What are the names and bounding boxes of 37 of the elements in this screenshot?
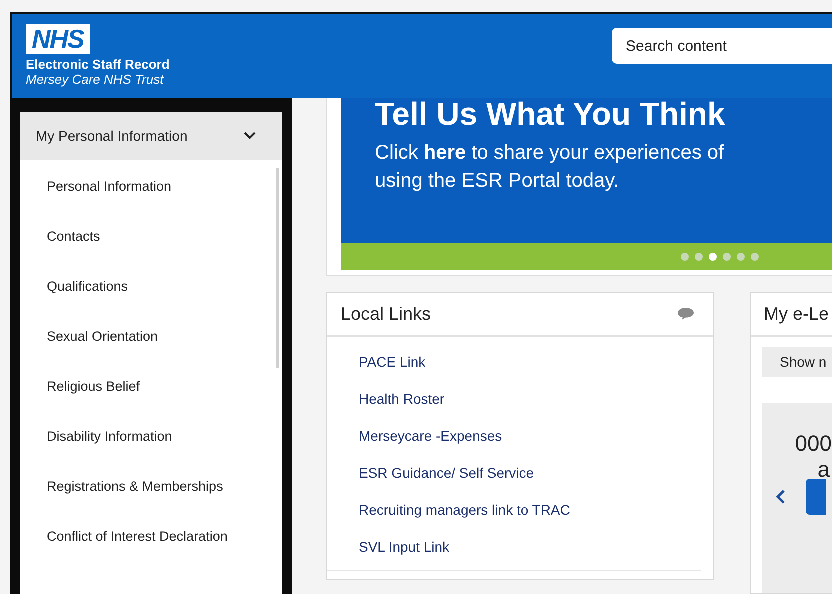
local-link[interactable]: Health Roster	[359, 388, 701, 410]
carousel-dot[interactable]	[709, 252, 717, 260]
show-button[interactable]: Show n	[762, 347, 832, 377]
search-field[interactable]: Search content	[612, 28, 832, 64]
trust-name: Mersey Care NHS Trust	[26, 72, 166, 87]
app-name: Electronic Staff Record	[26, 57, 170, 72]
banner-title: Tell Us What You Think	[375, 96, 726, 133]
carousel-dot[interactable]	[681, 252, 689, 260]
card-title: Local Links	[341, 304, 432, 324]
carousel-dot[interactable]	[737, 252, 745, 260]
local-link[interactable]: Merseycare -Expenses	[359, 425, 701, 447]
carousel-dot[interactable]	[695, 252, 703, 260]
carousel-dot[interactable]	[723, 252, 731, 260]
sidebar-item[interactable]: Disability Information	[47, 410, 258, 460]
sidebar-item[interactable]: Personal Information	[47, 160, 258, 210]
course-count: 000	[795, 431, 832, 457]
carousel-dot[interactable]	[751, 252, 759, 260]
local-link[interactable]: SVL Input Link	[359, 536, 701, 558]
banner-text: Click here to share your experiences of using the ESR Portal today.	[375, 141, 726, 194]
local-link[interactable]: Recruiting managers link to TRAC	[359, 499, 701, 521]
sidebar-item[interactable]: Sexual Orientation	[47, 310, 258, 360]
sidebar-item[interactable]: Contacts	[47, 210, 258, 260]
sidebar-item[interactable]: Religious Belief	[47, 360, 258, 410]
course-text: a	[818, 457, 831, 483]
sidebar-item[interactable]: Qualifications	[47, 260, 258, 310]
local-link[interactable]: PACE Link	[359, 351, 701, 373]
local-link[interactable]: ESR Guidance/ Self Service	[359, 462, 701, 484]
banner[interactable]: Tell Us What You Think Click here to share your experiences of using the ESR Portal today.	[341, 98, 832, 243]
section-header[interactable]: My Personal Information	[20, 112, 282, 160]
speech-bubble-icon	[677, 307, 695, 321]
chevron-icon	[244, 132, 256, 140]
logo: NHS	[26, 24, 90, 54]
card-title: My e-Le	[764, 304, 830, 324]
sidebar-item[interactable]: Conflict of Interest Declaration	[47, 510, 258, 560]
course-button[interactable]	[806, 479, 826, 515]
chevron-left-icon[interactable]	[776, 490, 786, 504]
sidebar-item[interactable]: Registrations & Memberships	[47, 460, 258, 510]
